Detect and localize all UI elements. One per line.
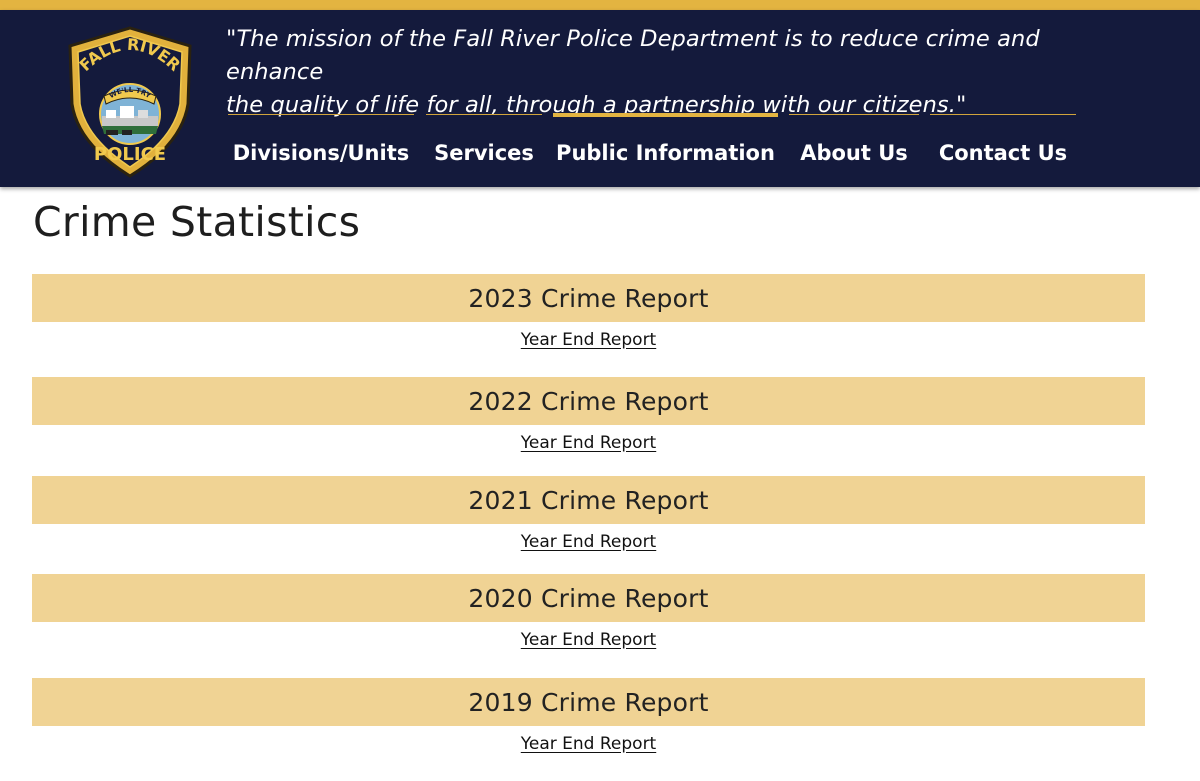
mission-line-1: "The mission of the Fall River Police De… — [226, 26, 1040, 85]
report-heading: 2021 Crime Report — [32, 476, 1145, 524]
report-heading: 2022 Crime Report — [32, 377, 1145, 425]
nav-label: Public Information — [556, 141, 775, 165]
site-header: FALL RIVER WE'LL TRY POLICE "The mission… — [0, 10, 1200, 187]
nav-label: About Us — [800, 141, 908, 165]
nav-item-contact-us[interactable]: Contact Us — [930, 110, 1076, 180]
nav-divider-line — [789, 114, 919, 115]
nav-item-services[interactable]: Services — [426, 110, 542, 180]
year-end-report-link[interactable]: Year End Report — [489, 531, 689, 553]
nav-item-divisions-units[interactable]: Divisions/Units — [228, 110, 414, 180]
nav-divider-line — [930, 114, 1076, 115]
mission-statement: "The mission of the Fall River Police De… — [226, 23, 1126, 122]
nav-divider-line — [426, 114, 542, 115]
page-title: Crime Statistics — [33, 198, 361, 246]
report-heading: 2020 Crime Report — [32, 574, 1145, 622]
report-heading: 2019 Crime Report — [32, 678, 1145, 726]
top-accent-stripe — [0, 0, 1200, 10]
police-badge-logo: FALL RIVER WE'LL TRY POLICE — [68, 26, 192, 178]
report-heading: 2023 Crime Report — [32, 274, 1145, 322]
year-end-report-link[interactable]: Year End Report — [489, 329, 689, 351]
year-end-report-link[interactable]: Year End Report — [489, 432, 689, 454]
nav-item-public-information[interactable]: Public Information — [553, 110, 778, 180]
nav-active-indicator — [553, 113, 778, 117]
nav-divider-line — [228, 114, 414, 115]
nav-label: Contact Us — [938, 141, 1068, 165]
report-section-2019: 2019 Crime Report Year End Report — [32, 678, 1145, 755]
nav-item-about-us[interactable]: About Us — [789, 110, 919, 180]
report-section-2021: 2021 Crime Report Year End Report — [32, 476, 1145, 553]
year-end-report-link[interactable]: Year End Report — [489, 733, 689, 755]
badge-bottom-text: POLICE — [94, 144, 166, 165]
year-end-report-link[interactable]: Year End Report — [489, 629, 689, 651]
nav-label: Divisions/Units — [232, 141, 410, 165]
report-section-2020: 2020 Crime Report Year End Report — [32, 574, 1145, 651]
report-section-2022: 2022 Crime Report Year End Report — [32, 377, 1145, 454]
nav-label: Services — [434, 141, 534, 165]
report-section-2023: 2023 Crime Report Year End Report — [32, 274, 1145, 351]
